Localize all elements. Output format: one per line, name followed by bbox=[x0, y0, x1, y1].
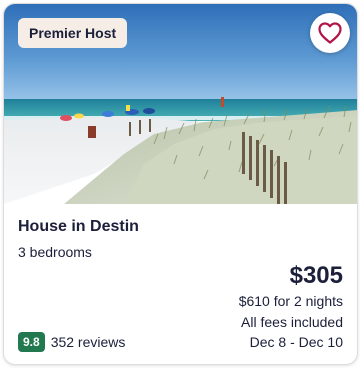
heart-outline-icon bbox=[318, 22, 342, 44]
premier-host-badge: Premier Host bbox=[18, 18, 128, 48]
favorite-button[interactable] bbox=[310, 13, 350, 53]
rating-row: 9.8 352 reviews bbox=[18, 332, 125, 352]
property-title[interactable]: House in Destin bbox=[18, 218, 139, 236]
bedrooms-text: 3 bedrooms bbox=[18, 244, 92, 260]
fees-note: All fees included bbox=[241, 314, 343, 330]
nightly-price: $305 bbox=[289, 262, 343, 289]
total-price: $610 for 2 nights bbox=[238, 293, 343, 309]
property-photo[interactable]: Premier Host bbox=[4, 4, 357, 204]
rating-badge: 9.8 bbox=[18, 332, 45, 352]
property-card[interactable]: Premier Host House in Destin 3 bedrooms … bbox=[3, 3, 358, 365]
stay-dates: Dec 8 - Dec 10 bbox=[249, 334, 343, 350]
review-count: 352 reviews bbox=[50, 334, 126, 350]
